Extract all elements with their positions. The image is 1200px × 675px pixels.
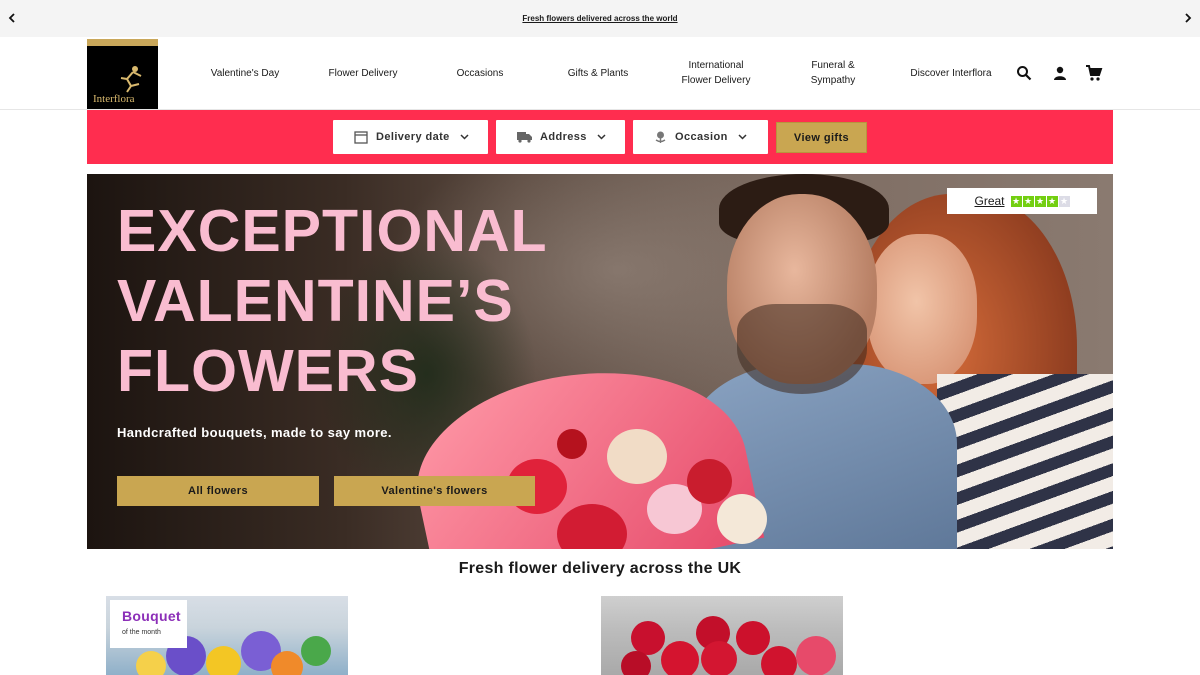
hero-photo-man-beard	[737, 304, 867, 394]
address-select[interactable]: Address	[496, 120, 625, 154]
card-flower	[206, 646, 241, 675]
hero-banner: EXCEPTIONAL VALENTINE’S FLOWERS Handcraf…	[87, 174, 1113, 549]
next-arrow-icon[interactable]	[1180, 10, 1196, 26]
nav-flower-delivery[interactable]: Flower Delivery	[314, 37, 412, 109]
calendar-icon	[354, 130, 368, 144]
nav-international-delivery[interactable]: International Flower Delivery	[676, 37, 756, 109]
site-header: Interflora Valentine's Day Flower Delive…	[0, 37, 1200, 110]
search-icon[interactable]	[1014, 63, 1034, 83]
mercury-logo-icon	[120, 66, 142, 93]
all-flowers-button[interactable]: All flowers	[117, 476, 319, 506]
view-gifts-button[interactable]: View gifts	[776, 122, 867, 153]
valentines-flowers-button[interactable]: Valentine's flowers	[334, 476, 535, 506]
nav-gifts-plants[interactable]: Gifts & Plants	[549, 37, 647, 109]
card-flower	[621, 651, 651, 675]
chevron-down-icon	[460, 134, 469, 140]
star-icon: ★	[1034, 195, 1046, 207]
flower-icon	[654, 130, 667, 144]
nav-label: Occasions	[456, 67, 504, 79]
address-label: Address	[540, 131, 587, 143]
hero-title-line: EXCEPTIONAL	[117, 198, 548, 264]
star-icon: ★	[1058, 195, 1070, 207]
card-flower	[701, 641, 737, 675]
nav-discover-interflora[interactable]: Discover Interflora	[902, 37, 1000, 109]
hero-title-line: FLOWERS	[117, 338, 419, 404]
interflora-logo[interactable]: Interflora	[87, 39, 158, 109]
badge-subtitle: of the month	[122, 629, 161, 636]
bouquet-of-the-month-card[interactable]: Bouquet of the month	[106, 596, 348, 675]
previous-arrow-icon[interactable]	[4, 10, 20, 26]
cart-icon[interactable]	[1084, 63, 1104, 83]
card-foliage	[301, 636, 331, 666]
badge-title: Bouquet	[122, 608, 181, 624]
occasion-label: Occasion	[675, 131, 728, 143]
bouquet-berries	[557, 429, 587, 459]
nav-label: Funeral & Sympathy	[810, 60, 856, 86]
chevron-down-icon	[738, 134, 747, 140]
card-flower	[661, 641, 699, 675]
trustpilot-stars: ★ ★ ★ ★ ★	[1010, 195, 1070, 207]
card-flower	[136, 651, 166, 675]
card-flower	[631, 621, 665, 655]
nav-valentines-day[interactable]: Valentine's Day	[196, 37, 294, 109]
hero-title: EXCEPTIONAL VALENTINE’S FLOWERS	[117, 196, 548, 406]
nav-funeral-sympathy[interactable]: Funeral & Sympathy	[798, 37, 868, 109]
bouquet-white-bloom	[717, 494, 767, 544]
delivery-date-label: Delivery date	[376, 131, 450, 143]
card-flower	[761, 646, 797, 675]
announcement-bar: Fresh flowers delivered across the world	[0, 0, 1200, 37]
red-roses-card[interactable]	[601, 596, 843, 675]
hero-subtitle: Handcrafted bouquets, made to say more.	[117, 425, 392, 440]
nav-label: Valentine's Day	[210, 67, 280, 79]
nav-occasions[interactable]: Occasions	[431, 37, 529, 109]
card-flower	[271, 651, 303, 675]
nav-label: International Flower Delivery	[681, 60, 751, 86]
announcement-link[interactable]: Fresh flowers delivered across the world	[522, 14, 677, 23]
card-wrap	[796, 636, 836, 675]
card-flower	[736, 621, 770, 655]
star-icon: ★	[1010, 195, 1022, 207]
bouquet-cream-rose	[607, 429, 667, 484]
gift-finder-band: Delivery date Address Occasion View gift…	[87, 110, 1113, 164]
nav-label: Flower Delivery	[328, 67, 398, 79]
nav-label: Discover Interflora	[910, 67, 992, 79]
chevron-down-icon	[597, 134, 606, 140]
trustpilot-widget[interactable]: Great ★ ★ ★ ★ ★	[947, 188, 1097, 214]
section-title: Fresh flower delivery across the UK	[458, 560, 742, 577]
hero-photo-woman-face	[867, 234, 977, 384]
nav-label: Gifts & Plants	[567, 67, 629, 79]
logo-wordmark: Interflora	[93, 93, 135, 105]
bouquet-red-rose	[687, 459, 732, 504]
star-icon: ★	[1022, 195, 1034, 207]
account-icon[interactable]	[1050, 63, 1070, 83]
truck-icon	[517, 131, 532, 143]
bouquet-of-the-month-badge: Bouquet of the month	[110, 600, 187, 648]
delivery-date-select[interactable]: Delivery date	[333, 120, 488, 154]
trustpilot-rating-label: Great	[974, 194, 1005, 208]
hero-photo-striped-top	[937, 374, 1113, 549]
star-icon: ★	[1046, 195, 1058, 207]
hero-title-line: VALENTINE’S	[117, 268, 514, 334]
occasion-select[interactable]: Occasion	[633, 120, 768, 154]
